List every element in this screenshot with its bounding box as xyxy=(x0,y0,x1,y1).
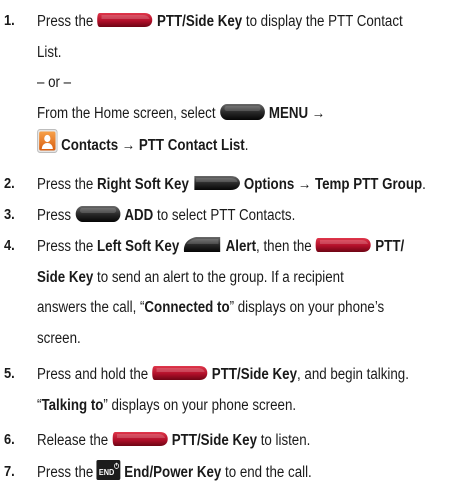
step-number: 4. xyxy=(4,237,15,254)
step-number: 5. xyxy=(4,365,15,382)
svg-text:END: END xyxy=(99,467,115,477)
menu-key-icon xyxy=(219,103,265,121)
step-text: Press ADD to select PTT Contacts. xyxy=(37,205,296,224)
contacts-app-icon xyxy=(37,129,58,153)
step-number: 6. xyxy=(4,431,15,448)
step-text: Release the PTT/Side Key to listen. xyxy=(37,430,311,449)
step-text: Press the Right Soft Key Options → Temp P… xyxy=(37,174,426,193)
step-text: Press the END End/Power Key to end the cal… xyxy=(37,458,407,489)
step-number: 1. xyxy=(4,12,15,29)
right-soft-key-icon xyxy=(192,174,240,192)
menu-key-icon xyxy=(75,205,121,223)
step-number: 7. xyxy=(4,463,15,480)
ptt-side-key-icon xyxy=(152,364,209,382)
ptt-side-key-icon xyxy=(112,430,169,448)
ptt-side-key-icon xyxy=(315,236,372,254)
instruction-document: 1. Press the PTT/Side Key to display the … xyxy=(0,0,468,496)
step-text: Press and hold the PTT/Side Key, and begi… xyxy=(37,364,409,414)
left-soft-key-icon xyxy=(183,236,223,254)
end-power-key-icon: END xyxy=(96,460,121,480)
step-number: 2. xyxy=(4,175,15,192)
step-text: Press the Left Soft Key Alert, then the PT… xyxy=(37,236,405,347)
step-text: Press the PTT/Side Key to display the PTT… xyxy=(37,11,403,154)
step-number: 3. xyxy=(4,206,15,223)
ptt-side-key-icon xyxy=(97,11,154,29)
